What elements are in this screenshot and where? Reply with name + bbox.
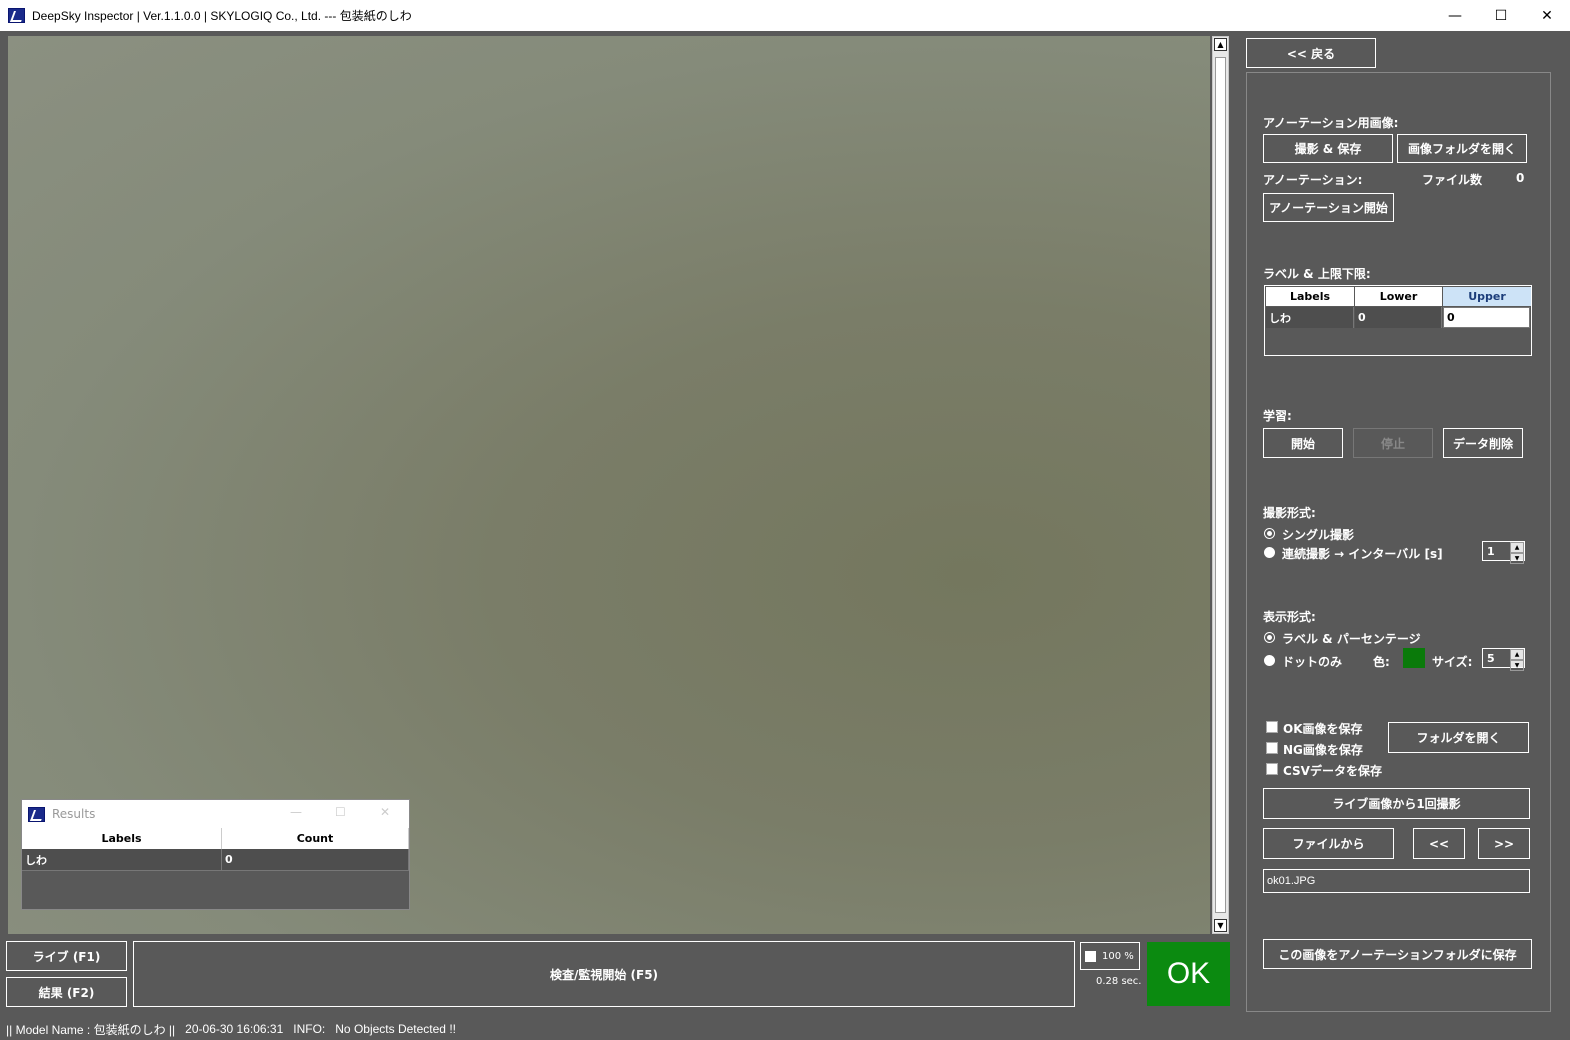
save-ng-checkbox[interactable]: [1266, 742, 1278, 754]
maximize-button[interactable]: ☐: [1478, 0, 1524, 31]
status-model: || Model Name : 包装紙のしわ ||: [6, 1022, 176, 1037]
color-label: 色:: [1373, 655, 1390, 669]
interval-value[interactable]: 1: [1483, 542, 1510, 560]
file-name-field[interactable]: ok01.JPG: [1263, 869, 1530, 893]
delete-data-button[interactable]: データ削除: [1443, 428, 1523, 458]
zoom-value: 100 %: [1102, 950, 1134, 962]
training-label: 学習:: [1263, 409, 1292, 423]
annotation-image-label: アノーテーション用画像:: [1263, 116, 1399, 130]
label-percent-radio[interactable]: [1264, 632, 1275, 643]
single-capture-text: シングル撮影: [1282, 528, 1355, 542]
scroll-up-icon[interactable]: ▲: [1214, 38, 1227, 51]
window-title: DeepSky Inspector | Ver.1.1.0.0 | SKYLOG…: [32, 9, 412, 23]
open-folder-button[interactable]: フォルダを開く: [1388, 722, 1529, 753]
save-csv-checkbox[interactable]: [1266, 763, 1278, 775]
label-limits-label: ラベル & 上限下限:: [1263, 267, 1371, 281]
results-logo-icon: [28, 806, 45, 822]
size-value[interactable]: 5: [1483, 649, 1510, 667]
scroll-down-icon[interactable]: ▼: [1214, 919, 1227, 932]
label-cell-lower[interactable]: 0: [1355, 307, 1442, 328]
annotation-label: アノーテーション:: [1263, 173, 1363, 187]
interval-down-icon[interactable]: ▼: [1510, 553, 1524, 564]
back-button[interactable]: << 戻る: [1246, 38, 1376, 68]
results-cell-label: しわ: [22, 849, 222, 870]
train-stop-button[interactable]: 停止: [1353, 428, 1433, 458]
dot-color-swatch[interactable]: [1403, 648, 1425, 668]
verdict-badge: OK: [1147, 942, 1230, 1006]
train-start-button[interactable]: 開始: [1263, 428, 1343, 458]
capture-once-button[interactable]: ライブ画像から1回撮影: [1263, 788, 1530, 819]
continuous-capture-text: 連続撮影 → インターバル [s]: [1282, 547, 1443, 561]
save-ok-text: OK画像を保存: [1283, 722, 1363, 736]
results-title-bar: Results — ☐ ✕: [22, 800, 409, 828]
size-stepper[interactable]: 5 ▲ ▼: [1482, 648, 1525, 671]
app-logo-icon: [8, 8, 25, 23]
elapsed-time: 0.28 sec.: [1096, 976, 1142, 987]
results-cell-count: 0: [222, 849, 409, 870]
results-col-count: Count: [222, 828, 409, 849]
display-mode-label: 表示形式:: [1263, 610, 1316, 624]
table-row[interactable]: しわ 0: [22, 849, 409, 871]
file-count-value: 0: [1516, 171, 1525, 185]
camera-scrollbar[interactable]: ▲ ▼: [1212, 36, 1229, 934]
capture-mode-label: 撮影形式:: [1263, 506, 1316, 520]
dots-only-text: ドットのみ: [1282, 655, 1343, 669]
label-cell-upper[interactable]: 0: [1443, 307, 1530, 328]
close-button[interactable]: ✕: [1524, 0, 1570, 31]
save-ng-text: NG画像を保存: [1283, 743, 1363, 757]
results-title: Results: [52, 807, 96, 821]
open-image-folder-button[interactable]: 画像フォルダを開く: [1397, 134, 1527, 163]
live-button[interactable]: ライブ (F1): [6, 941, 127, 971]
label-col-labels: Labels: [1266, 287, 1354, 306]
continuous-capture-radio[interactable]: [1264, 547, 1275, 558]
single-capture-radio[interactable]: [1264, 528, 1275, 539]
results-minimize-icon[interactable]: —: [290, 805, 302, 819]
zoom-toggle[interactable]: 100 %: [1080, 942, 1140, 970]
save-to-annotation-button[interactable]: この画像をアノーテーションフォルダに保存: [1263, 939, 1532, 969]
minimize-button[interactable]: —: [1432, 0, 1478, 31]
results-close-icon[interactable]: ✕: [380, 805, 390, 819]
save-ok-checkbox[interactable]: [1266, 721, 1278, 733]
status-timestamp: 20-06-30 16:06:31: [185, 1022, 284, 1036]
interval-stepper[interactable]: 1 ▲ ▼: [1482, 541, 1525, 564]
label-cell-label[interactable]: しわ: [1266, 307, 1354, 328]
dots-only-radio[interactable]: [1264, 655, 1275, 666]
start-annotation-button[interactable]: アノーテーション開始: [1263, 193, 1394, 222]
scroll-thumb[interactable]: [1215, 57, 1226, 913]
label-col-lower: Lower: [1355, 287, 1442, 306]
capture-save-button[interactable]: 撮影 & 保存: [1263, 134, 1393, 163]
result-button[interactable]: 結果 (F2): [6, 977, 127, 1007]
label-percent-text: ラベル & パーセンテージ: [1282, 632, 1421, 646]
label-col-upper: Upper: [1443, 287, 1531, 306]
save-csv-text: CSVデータを保存: [1283, 764, 1382, 778]
interval-up-icon[interactable]: ▲: [1510, 542, 1524, 553]
results-grid-header: Labels Count: [22, 828, 409, 849]
label-limits-table[interactable]: Labels Lower Upper しわ 0 0: [1264, 285, 1532, 356]
from-file-button[interactable]: ファイルから: [1263, 828, 1394, 859]
title-bar: DeepSky Inspector | Ver.1.1.0.0 | SKYLOG…: [0, 0, 1570, 31]
status-info-label: INFO:: [293, 1022, 326, 1036]
inspect-start-button[interactable]: 検査/監視開始 (F5): [133, 941, 1075, 1007]
size-label: サイズ:: [1432, 655, 1473, 669]
file-count-label: ファイル数: [1422, 173, 1483, 187]
prev-image-button[interactable]: <<: [1413, 828, 1465, 859]
next-image-button[interactable]: >>: [1478, 828, 1530, 859]
size-up-icon[interactable]: ▲: [1510, 649, 1524, 660]
results-window: Results — ☐ ✕ Labels Count しわ 0: [21, 799, 410, 910]
size-down-icon[interactable]: ▼: [1510, 660, 1524, 671]
results-maximize-icon[interactable]: ☐: [335, 805, 346, 819]
status-bar: || Model Name : 包装紙のしわ || 20-06-30 16:06…: [0, 1018, 1570, 1040]
zoom-checkbox[interactable]: [1085, 950, 1096, 962]
status-info-text: No Objects Detected !!: [335, 1022, 456, 1036]
results-col-labels: Labels: [22, 828, 222, 849]
